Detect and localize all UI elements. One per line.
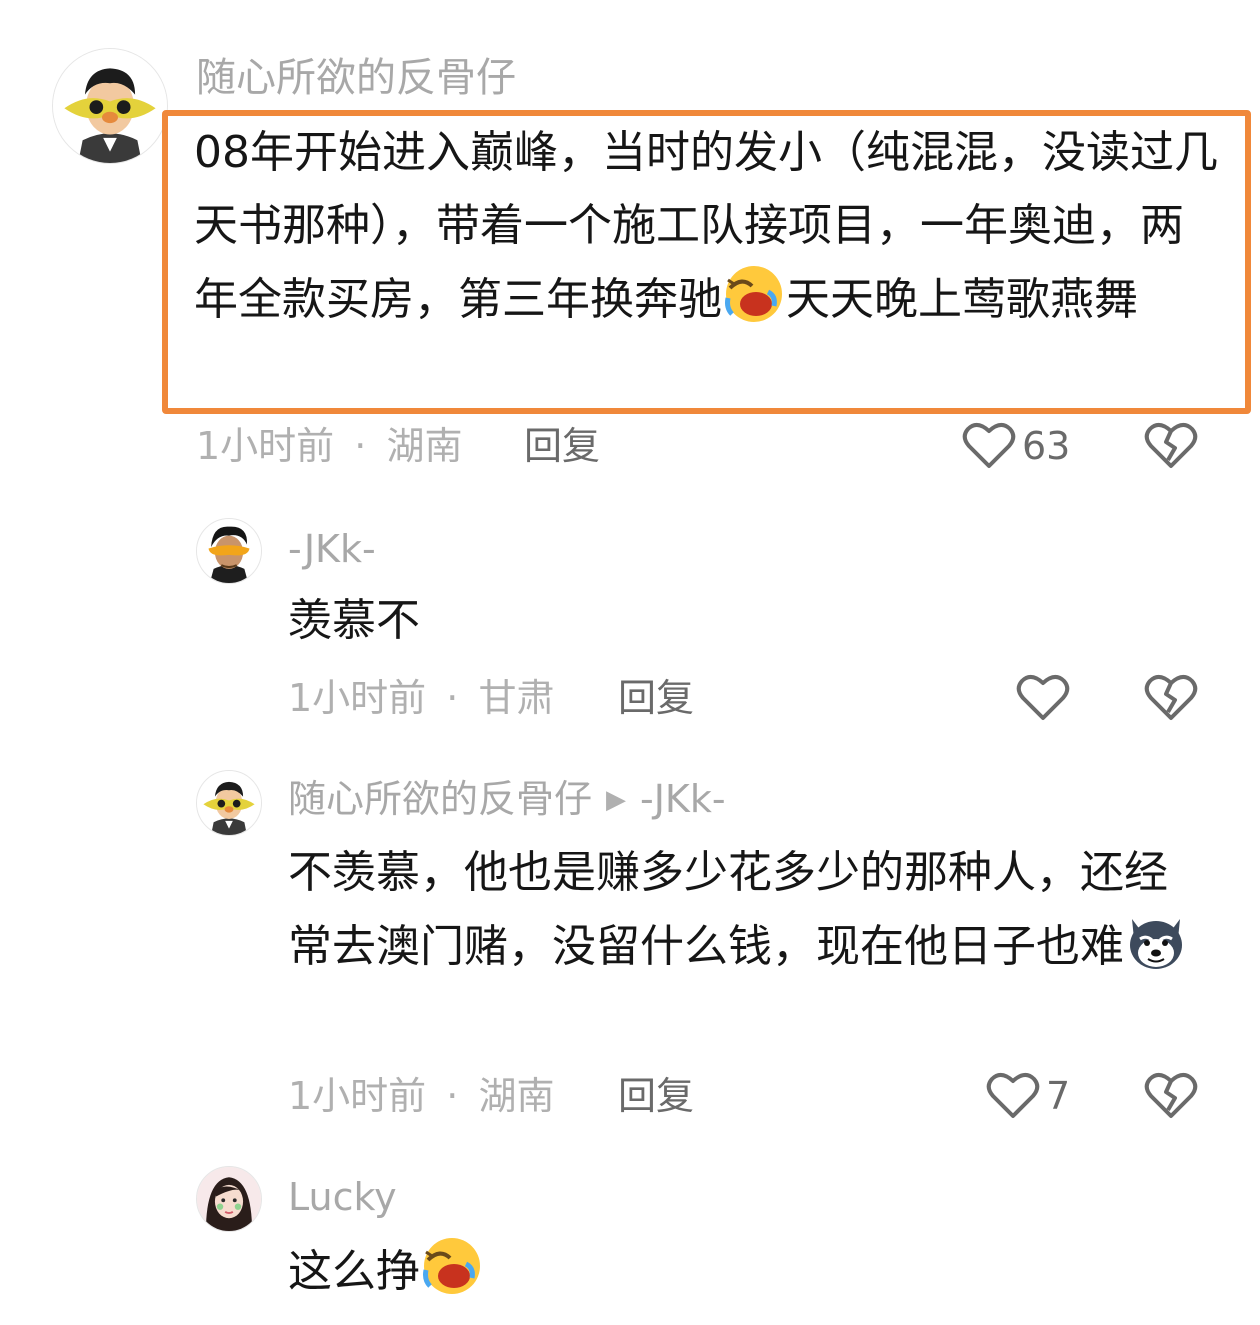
comment-meta: 1小时前 · 甘肃 xyxy=(288,676,554,720)
like-button[interactable] xyxy=(986,1070,1040,1120)
comment-text: 08年开始进入巅峰，当时的发小（纯混混，没读过几天书那种），带着一个施工队接项目… xyxy=(194,116,1222,336)
masked-man-avatar-icon xyxy=(197,519,261,583)
reply-to-author[interactable]: -JKk- xyxy=(640,777,726,821)
comment-author[interactable]: -JKk- xyxy=(288,526,376,572)
avatar[interactable] xyxy=(52,48,168,164)
woman-avatar-icon xyxy=(197,1167,261,1231)
heart-outline-icon xyxy=(962,423,1016,468)
broken-heart-icon xyxy=(1144,423,1198,468)
comment-text-part: 这么挣 xyxy=(288,1246,420,1297)
separator: · xyxy=(354,424,367,468)
masked-man-avatar-icon xyxy=(53,49,167,163)
like-count: 63 xyxy=(1022,424,1071,468)
reply-button[interactable]: 回复 xyxy=(618,1074,694,1118)
dislike-button[interactable] xyxy=(1144,672,1198,722)
avatar[interactable] xyxy=(196,770,262,836)
comment-author[interactable]: 随心所欲的反骨仔 xyxy=(288,777,592,821)
avatar[interactable] xyxy=(196,518,262,584)
laughing-crying-face-icon xyxy=(725,266,782,322)
comment-text: 不羡慕，他也是赚多少花多少的那种人，还经常去澳门赌，没留什么钱，现在他日子也难 xyxy=(288,836,1208,983)
comment-meta: 1小时前 · 湖南 xyxy=(196,424,462,468)
heart-outline-icon xyxy=(1016,675,1070,720)
comment-author[interactable]: Lucky xyxy=(288,1174,397,1220)
location: 湖南 xyxy=(386,424,463,468)
comment-text: 羡慕不 xyxy=(288,595,420,646)
separator: · xyxy=(446,1074,459,1118)
reply-arrow-icon: ▶ xyxy=(606,785,627,815)
heart-outline-icon xyxy=(986,1073,1040,1118)
timestamp: 1小时前 xyxy=(288,1074,427,1118)
location: 甘肃 xyxy=(478,676,555,720)
comment-author-line: 随心所欲的反骨仔 ▶ -JKk- xyxy=(288,776,726,823)
timestamp: 1小时前 xyxy=(196,424,335,468)
reply-button[interactable]: 回复 xyxy=(524,424,600,468)
comment-text-part: 天天晚上莺歌燕舞 xyxy=(786,274,1138,325)
comment-text-part: 不羡慕，他也是赚多少花多少的那种人，还经常去澳门赌，没留什么钱，现在他日子也难 xyxy=(288,847,1168,972)
dislike-button[interactable] xyxy=(1144,1070,1198,1120)
separator: · xyxy=(446,676,459,720)
reply-button[interactable]: 回复 xyxy=(618,676,694,720)
location: 湖南 xyxy=(478,1074,555,1118)
like-button[interactable] xyxy=(1016,672,1070,722)
broken-heart-icon xyxy=(1144,1073,1198,1118)
timestamp: 1小时前 xyxy=(288,676,427,720)
comment-author[interactable]: 随心所欲的反骨仔 xyxy=(196,54,516,102)
like-count: 7 xyxy=(1046,1074,1071,1118)
like-button[interactable] xyxy=(962,420,1016,470)
avatar[interactable] xyxy=(196,1166,262,1232)
comment-text: 这么挣 xyxy=(288,1234,1208,1308)
husky-dog-face-icon xyxy=(1130,919,1182,969)
broken-heart-icon xyxy=(1144,675,1198,720)
laughing-crying-face-icon xyxy=(423,1238,480,1294)
masked-man-avatar-icon xyxy=(197,771,261,835)
dislike-button[interactable] xyxy=(1144,420,1198,470)
comment-meta: 1小时前 · 湖南 xyxy=(288,1074,554,1118)
